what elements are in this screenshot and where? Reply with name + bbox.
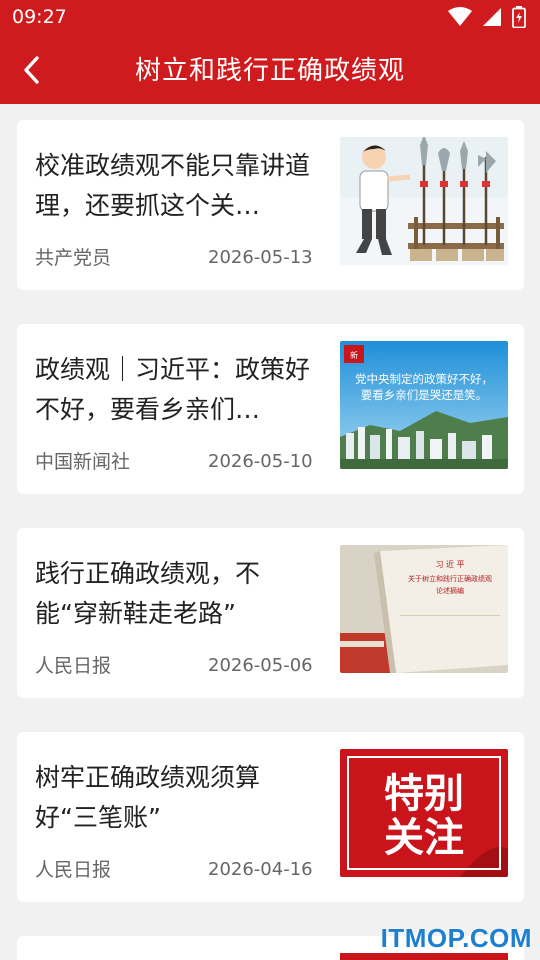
article-date: 2026-05-13	[208, 247, 313, 268]
article-card[interactable]: 树牢正确政绩观须算好“三笔账” 人民日报 2026-04-16 特别 关注	[17, 732, 524, 902]
article-date: 2026-05-06	[208, 655, 313, 676]
svg-text:新: 新	[350, 350, 358, 360]
article-title: 践行正确政绩观，不能“穿新鞋走老路”	[35, 559, 261, 628]
signal-icon	[483, 8, 501, 26]
thumb-caption-line: 关注	[384, 815, 464, 861]
battery-icon	[512, 6, 526, 28]
app-header: 09:27 树立和践行正确政绩观	[0, 0, 540, 104]
cartoon-weapons-illustration	[340, 137, 508, 265]
article-card[interactable]: 政绩观｜习近平：政策好不好，要看乡亲们… 中国新闻社 2026-05-10 新 …	[17, 324, 524, 494]
site-watermark: ITMOP.COM	[380, 923, 532, 953]
article-date: 2026-04-16	[208, 859, 313, 880]
wifi-icon	[448, 7, 472, 26]
status-icons	[448, 6, 526, 28]
article-source: 人民日报	[35, 859, 112, 881]
article-thumbnail	[340, 953, 508, 960]
thumb-caption-line: 特别	[384, 771, 464, 817]
article-thumbnail	[340, 137, 508, 265]
article-source: 中国新闻社	[35, 451, 131, 473]
thumb-caption-line: 党中央制定的政策好不好，	[355, 372, 493, 386]
article-title: 树牢正确政绩观须算好“三笔账”	[35, 763, 261, 832]
article-title: 校准政绩观不能只靠讲道理，还要抓这个关…	[35, 151, 311, 220]
thumb-caption-line: 要看乡亲们是哭还是笑。	[361, 388, 488, 402]
article-thumbnail: 习 近 平 关于树立和践行正确政绩观 论述摘编	[340, 545, 508, 673]
article-card[interactable]: 校准政绩观不能只靠讲道理，还要抓这个关… 共产党员 2026-05-13	[17, 120, 524, 290]
article-thumbnail: 特别 关注	[340, 749, 508, 877]
title-bar: 树立和践行正确政绩观	[0, 42, 540, 98]
article-title: 政绩观｜习近平：政策好不好，要看乡亲们…	[35, 355, 311, 424]
article-list[interactable]: 校准政绩观不能只靠讲道理，还要抓这个关… 共产党员 2026-05-13 政绩观…	[0, 104, 540, 960]
status-bar: 09:27	[0, 0, 540, 34]
special-focus-banner: 特别 关注	[340, 749, 508, 877]
thumb-caption-line: 习 近 平	[435, 559, 464, 569]
article-thumbnail: 新 党中央制定的政策好不好， 要看乡亲们是哭还是笑。	[340, 341, 508, 469]
article-date: 2026-05-10	[208, 451, 313, 472]
article-source: 人民日报	[35, 655, 112, 677]
city-skyline-poster: 新 党中央制定的政策好不好， 要看乡亲们是哭还是笑。	[340, 341, 508, 469]
status-time: 09:27	[12, 6, 67, 28]
page-title: 树立和践行正确政绩观	[134, 56, 405, 86]
article-source: 共产党员	[35, 247, 112, 269]
thumb-caption-line: 论述摘编	[436, 586, 464, 595]
article-card[interactable]: 践行正确政绩观，不能“穿新鞋走老路” 人民日报 2026-05-06 习 近 平…	[17, 528, 524, 698]
book-cover-photo: 习 近 平 关于树立和践行正确政绩观 论述摘编	[340, 545, 508, 673]
thumb-caption-line: 关于树立和践行正确政绩观	[408, 574, 492, 583]
